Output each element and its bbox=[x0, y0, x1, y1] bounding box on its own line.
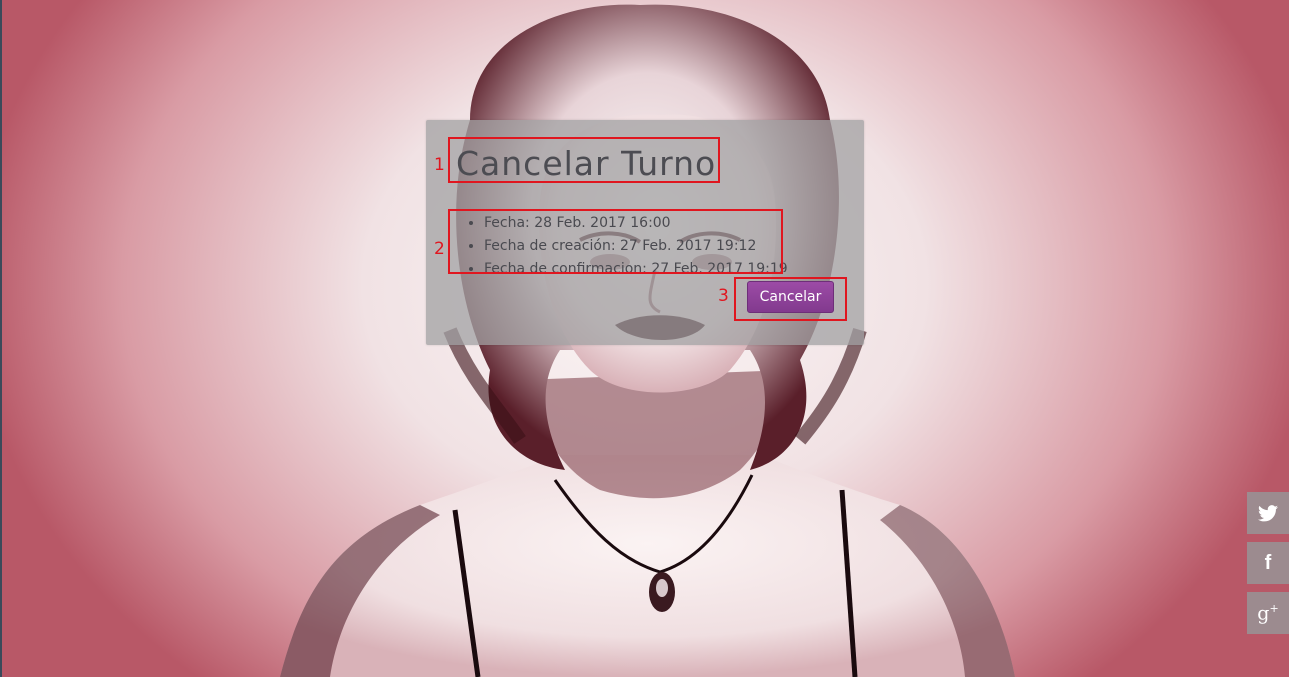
facebook-icon: f bbox=[1264, 552, 1272, 574]
annotation-label-3: 3 bbox=[718, 286, 729, 306]
page: Cancelar Turno Fecha: 28 Feb. 2017 16:00… bbox=[0, 0, 1289, 677]
twitter-button[interactable] bbox=[1247, 492, 1289, 534]
facebook-button[interactable]: f bbox=[1247, 542, 1289, 584]
annotation-box-1 bbox=[448, 137, 720, 183]
twitter-icon bbox=[1258, 504, 1278, 521]
google-plus-button[interactable]: g+ bbox=[1247, 592, 1289, 634]
google-plus-plus: + bbox=[1269, 601, 1279, 615]
google-plus-icon: g+ bbox=[1257, 603, 1278, 623]
annotation-label-2: 2 bbox=[434, 239, 445, 259]
annotation-label-1: 1 bbox=[434, 155, 445, 175]
annotation-box-2 bbox=[448, 209, 783, 274]
left-edge-strip bbox=[0, 0, 2, 677]
annotation-box-3 bbox=[734, 277, 847, 321]
google-plus-g: g bbox=[1257, 602, 1270, 625]
